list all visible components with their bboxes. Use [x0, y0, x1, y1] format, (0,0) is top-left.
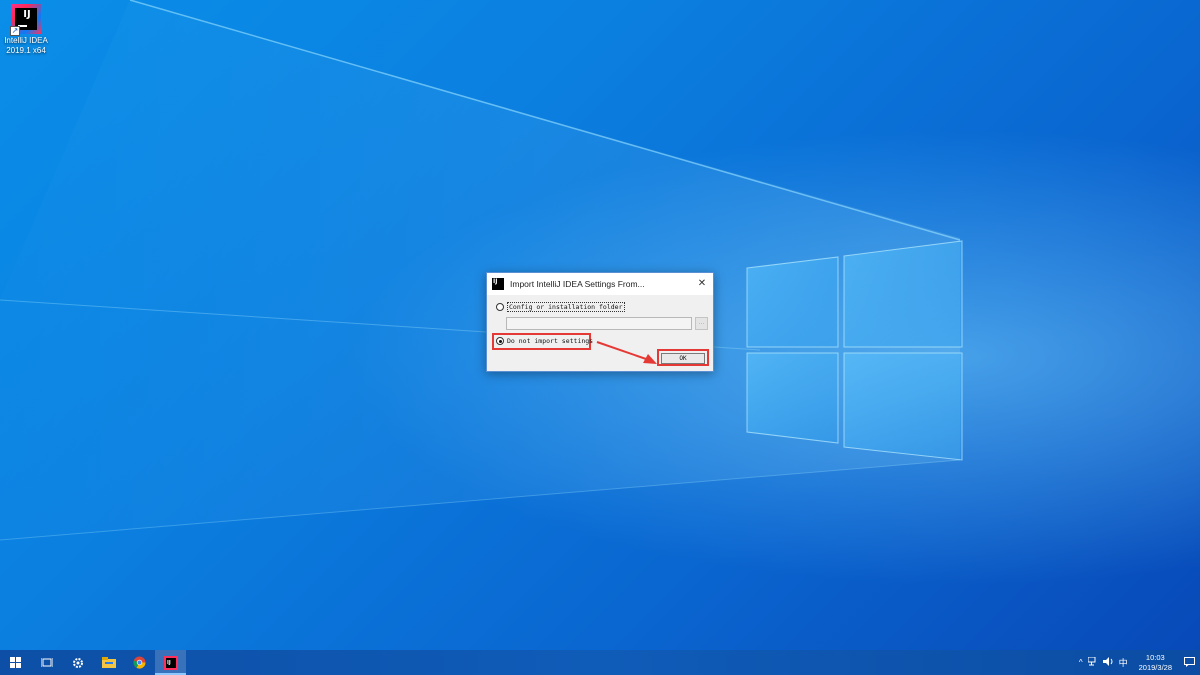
intellij-idea-icon[interactable]: IJ — [155, 650, 186, 675]
notification-icon[interactable] — [1184, 656, 1195, 669]
tray-chevron-icon[interactable]: ^ — [1079, 658, 1083, 667]
dialog-titlebar[interactable]: IJ Import IntelliJ IDEA Settings From...… — [487, 273, 713, 295]
shortcut-arrow-icon: ↗ — [10, 26, 20, 36]
volume-icon[interactable] — [1102, 657, 1114, 668]
ok-button[interactable]: OK — [661, 353, 705, 364]
option-config-folder-label: Config or installation folder — [507, 302, 625, 312]
desktop-icon-intellij[interactable]: IJ ↗ IntelliJ IDEA 2019.1 x64 — [2, 4, 50, 56]
system-tray: ^ 中 10:03 2019/3/28 — [1079, 650, 1200, 675]
ime-indicator[interactable]: 中 — [1119, 656, 1128, 669]
intellij-app-icon: IJ — [492, 278, 504, 290]
radio-config-folder[interactable] — [496, 303, 504, 311]
windows-start-icon[interactable] — [0, 650, 31, 675]
task-view-icon[interactable] — [31, 650, 62, 675]
network-icon[interactable] — [1087, 656, 1098, 668]
close-icon[interactable]: ✕ — [693, 275, 711, 293]
desktop-icon-label: IntelliJ IDEA 2019.1 x64 — [4, 36, 48, 55]
clock-time: 10:03 — [1145, 652, 1165, 662]
clock[interactable]: 10:03 2019/3/28 — [1139, 653, 1172, 673]
taskbar: IJ ^ 中 10:03 2019/3/28 — [0, 650, 1200, 675]
option-do-not-import[interactable]: Do not import settings — [496, 337, 593, 345]
radio-do-not-import[interactable] — [496, 337, 504, 345]
chrome-icon[interactable] — [124, 650, 155, 675]
file-explorer-icon[interactable] — [93, 650, 124, 675]
option-do-not-import-label: Do not import settings — [507, 337, 594, 345]
option-config-folder[interactable]: Config or installation folder — [496, 302, 625, 312]
annotation-arrow — [596, 341, 657, 364]
dialog-title: Import IntelliJ IDEA Settings From... — [510, 279, 645, 289]
clock-date: 2019/3/28 — [1138, 662, 1172, 672]
config-folder-path-input[interactable] — [506, 317, 692, 330]
browse-button[interactable]: … — [695, 317, 708, 330]
settings-gear-icon[interactable] — [62, 650, 93, 675]
svg-text:IJ: IJ — [167, 660, 171, 666]
